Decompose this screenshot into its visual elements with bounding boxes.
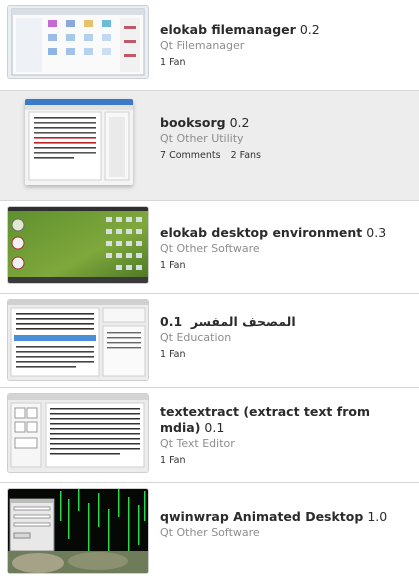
app-category[interactable]: Qt Filemanager	[160, 39, 413, 52]
app-category[interactable]: Qt Other Utility	[160, 132, 413, 145]
app-title[interactable]: textextract (extract text from mdia) 0.1	[160, 404, 413, 436]
fan-count: 2 Fans	[230, 150, 262, 161]
fan-count: 1 Fan	[160, 349, 186, 360]
list-item[interactable]: elokab desktop environment 0.3 Qt Other S…	[0, 201, 419, 294]
app-screenshot[interactable]	[8, 207, 148, 283]
app-stats: 1 Fan	[160, 349, 413, 360]
app-screenshot[interactable]	[25, 99, 133, 185]
app-title[interactable]: elokab desktop environment 0.3	[160, 225, 413, 241]
comment-count[interactable]: 7 Comments	[160, 150, 221, 161]
app-title[interactable]: qwinwrap Animated Desktop 1.0	[160, 509, 413, 525]
list-item[interactable]: booksorg 0.2 Qt Other Utility 7 Comments 2…	[0, 90, 419, 201]
fan-count: 1 Fan	[160, 260, 186, 271]
app-stats: 1 Fan	[160, 57, 413, 68]
list-item[interactable]: 0.1 المصحف المفسر Qt Education 1 Fan	[0, 294, 419, 388]
fan-count: 1 Fan	[160, 455, 186, 466]
app-screenshot[interactable]	[8, 6, 148, 78]
list-item[interactable]: textextract (extract text from mdia) 0.1 …	[0, 388, 419, 483]
app-list: elokab filemanager 0.2 Qt Filemanager 1 F…	[0, 0, 419, 573]
list-item[interactable]: elokab filemanager 0.2 Qt Filemanager 1 F…	[0, 0, 419, 97]
app-screenshot[interactable]	[8, 300, 148, 380]
app-title[interactable]: elokab filemanager 0.2	[160, 22, 413, 38]
app-category[interactable]: Qt Other Software	[160, 526, 413, 539]
app-stats: 1 Fan	[160, 455, 413, 466]
app-title[interactable]: booksorg 0.2	[160, 115, 413, 131]
app-title[interactable]: 0.1 المصحف المفسر	[160, 314, 413, 330]
app-stats: 7 Comments 2 Fans	[160, 150, 413, 161]
app-screenshot[interactable]	[8, 394, 148, 472]
fan-count: 1 Fan	[160, 57, 186, 68]
list-item[interactable]: qwinwrap Animated Desktop 1.0 Qt Other So…	[0, 483, 419, 573]
app-category[interactable]: Qt Other Software	[160, 242, 413, 255]
app-category[interactable]: Qt Text Editor	[160, 437, 413, 450]
app-screenshot[interactable]	[8, 489, 148, 573]
app-stats: 1 Fan	[160, 260, 413, 271]
app-category[interactable]: Qt Education	[160, 331, 413, 344]
